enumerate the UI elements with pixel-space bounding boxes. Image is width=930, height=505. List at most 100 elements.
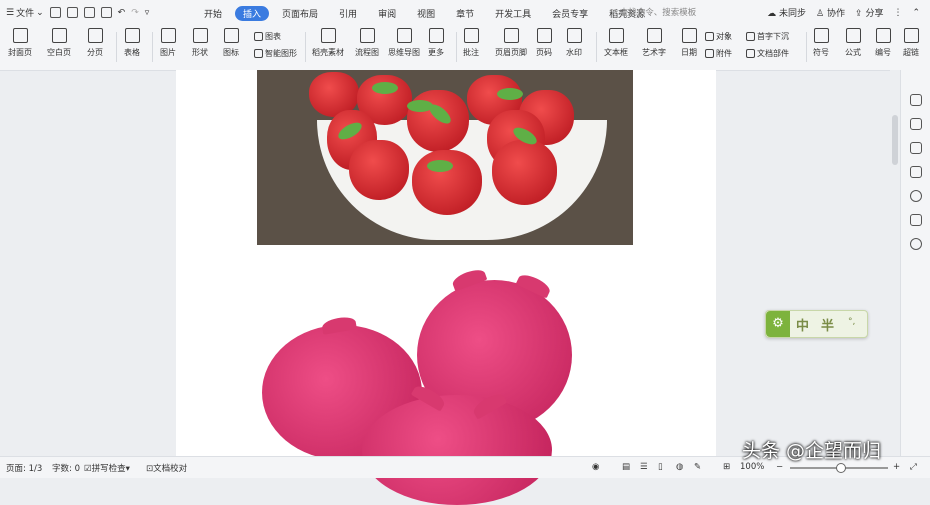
blank-page-button[interactable]: 空白页	[47, 28, 71, 58]
scrollbar-thumb[interactable]	[892, 115, 898, 165]
dropcap-icon	[746, 32, 755, 41]
mindmap-button[interactable]: 思维导图	[388, 28, 420, 58]
shape-icon	[192, 28, 208, 43]
chart-button[interactable]: 图表	[254, 31, 281, 42]
strawberry-shape	[349, 140, 409, 200]
select-icon[interactable]	[910, 142, 922, 154]
ime-width-label[interactable]: 半	[821, 315, 834, 334]
zoom-level[interactable]: 100%	[740, 462, 764, 472]
gear-icon[interactable]: ⚙	[766, 311, 790, 337]
shape-button[interactable]: 形状	[192, 28, 208, 58]
file-menu[interactable]: ☰ 文件 ⌄	[6, 6, 44, 20]
dragonfruit-photo[interactable]	[262, 266, 572, 505]
tab-layout[interactable]: 页面布局	[274, 6, 326, 21]
flowchart-button[interactable]: 流程图	[355, 28, 379, 58]
symbol-button[interactable]: 符号	[813, 28, 829, 58]
redo-icon[interactable]: ↷	[131, 8, 139, 18]
page-view-icon[interactable]: ▤	[622, 462, 630, 472]
tab-developer[interactable]: 开发工具	[487, 6, 539, 21]
print-icon[interactable]	[83, 7, 95, 18]
preview-icon[interactable]	[100, 7, 112, 18]
formula-icon	[845, 28, 861, 43]
zoom-out-icon[interactable]: −	[776, 462, 783, 472]
undo-icon[interactable]: ↶	[118, 8, 126, 18]
word-count[interactable]: 字数: 0	[52, 462, 80, 474]
tab-review[interactable]: 审阅	[370, 6, 404, 21]
customize-icon[interactable]: ▿	[145, 8, 150, 18]
object-button[interactable]: 对象	[705, 31, 732, 42]
page-break-button[interactable]: 分页	[87, 28, 103, 58]
cover-page-button[interactable]: 封面页	[8, 28, 32, 58]
ime-mode-label[interactable]: 中	[796, 315, 809, 334]
header-footer-button[interactable]: 页眉页脚	[495, 28, 527, 58]
hyperlink-button[interactable]: 超链	[903, 28, 919, 58]
fullscreen-icon[interactable]: ⤢	[910, 462, 917, 472]
source-watermark: 头条 @企望而归	[742, 440, 882, 462]
more-icon[interactable]: ⋮	[893, 8, 902, 18]
save-icon[interactable]	[49, 7, 61, 18]
more-button[interactable]: 更多	[428, 28, 444, 58]
picture-button[interactable]: 图片	[160, 28, 176, 58]
vertical-scrollbar[interactable]	[890, 70, 900, 456]
export-icon[interactable]	[66, 7, 78, 18]
date-button[interactable]: 日期	[681, 28, 697, 58]
zoom-slider-handle[interactable]	[836, 463, 846, 473]
read-view-icon[interactable]: ▯	[658, 462, 663, 472]
strawberry-shape	[492, 140, 557, 205]
numbering-button[interactable]: 编号	[875, 28, 891, 58]
comment-icon	[463, 28, 479, 43]
leaf-shape	[372, 82, 398, 94]
ime-toolbar[interactable]: ⚙ 中 半 °,	[765, 310, 868, 338]
page-number-icon	[536, 28, 552, 43]
ime-punct-label[interactable]: °,	[848, 317, 855, 327]
table-button[interactable]: 表格	[124, 28, 140, 58]
search-box[interactable]: ⌕ 查找命令、搜索模板	[612, 6, 696, 18]
spell-check-button[interactable]: ☑拼写检查▾	[84, 462, 130, 474]
docpart-button[interactable]: 文档部件	[746, 48, 789, 59]
document-page[interactable]	[176, 70, 716, 505]
cloud-icon: ☁	[767, 9, 777, 19]
share-button[interactable]: ⇪ 分享	[855, 6, 883, 19]
tab-insert[interactable]: 插入	[235, 6, 270, 21]
tab-view[interactable]: 视图	[409, 6, 443, 21]
eye-icon[interactable]: ◉	[592, 462, 599, 472]
collapse-icon[interactable]: ⌃	[912, 8, 920, 18]
watermark-button[interactable]: 水印	[566, 28, 582, 58]
strawberry-photo[interactable]	[257, 70, 633, 245]
tab-member[interactable]: 会员专享	[544, 6, 596, 21]
page-count[interactable]: 页面: 1/3	[6, 462, 42, 474]
edit-pen-icon[interactable]: ✎	[694, 462, 701, 472]
fit-icon[interactable]: ⊞	[723, 462, 730, 472]
attachment-button[interactable]: 附件	[705, 48, 732, 59]
icon-library-button[interactable]: 图标	[223, 28, 239, 58]
proofread-button[interactable]: ⊡文档校对	[146, 462, 187, 474]
strawberry-shape	[412, 150, 482, 215]
location-icon[interactable]	[910, 238, 922, 250]
help-icon[interactable]	[910, 190, 922, 202]
style-icon[interactable]	[910, 94, 922, 106]
outline-view-icon[interactable]: ☰	[640, 462, 648, 472]
smartart-button[interactable]: 智能图形	[254, 48, 297, 59]
page-number-button[interactable]: 页码	[536, 28, 552, 58]
flowchart-icon	[359, 28, 375, 43]
tab-references[interactable]: 引用	[331, 6, 365, 21]
tab-section[interactable]: 章节	[448, 6, 482, 21]
collab-button[interactable]: ♙ 协作	[816, 6, 845, 19]
sync-button[interactable]: ☁ 未同步	[767, 6, 806, 19]
zoom-in-icon[interactable]: +	[893, 462, 900, 472]
docer-material-button[interactable]: 稻壳素材	[312, 28, 344, 58]
textbox-button[interactable]: 文本框	[604, 28, 628, 58]
review-icon[interactable]	[910, 214, 922, 226]
adjust-icon[interactable]	[910, 166, 922, 178]
dropcap-button[interactable]: 首字下沉	[746, 31, 789, 42]
page-break-icon	[87, 28, 103, 43]
comment-button[interactable]: 批注	[463, 28, 479, 58]
title-bar: ☰ 文件 ⌄ ↶ ↷ ▿ 开始 插入 页面布局 引用 审阅 视图 章节 开发工具…	[0, 0, 930, 26]
formula-button[interactable]: 公式	[845, 28, 861, 58]
pen-icon[interactable]	[910, 118, 922, 130]
wordart-button[interactable]: 艺术字	[642, 28, 666, 58]
paperclip-icon	[705, 49, 714, 58]
tab-home[interactable]: 开始	[196, 6, 230, 21]
watermark-icon	[566, 28, 582, 43]
web-view-icon[interactable]: ◍	[676, 462, 683, 472]
